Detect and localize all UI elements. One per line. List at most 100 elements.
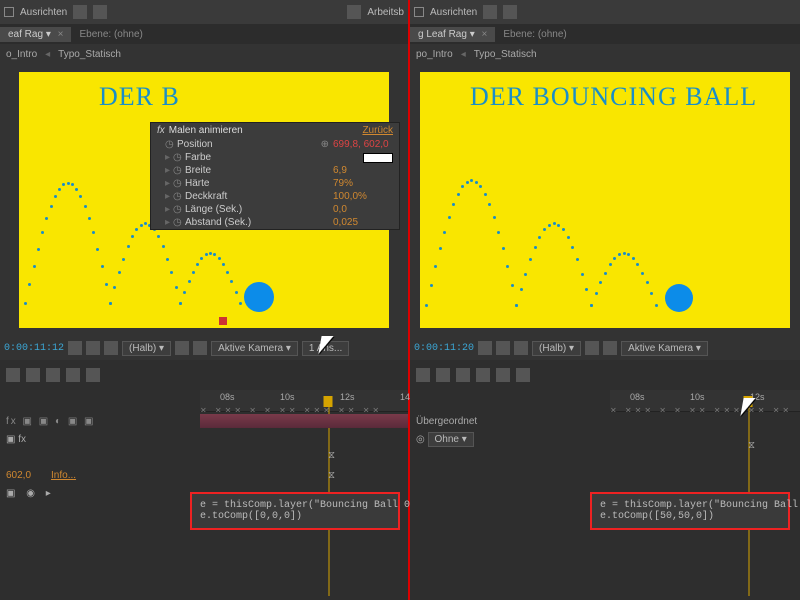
time-tick: 10s (690, 392, 705, 402)
breadcrumb-item[interactable]: Typo_Statisch (474, 49, 537, 60)
position-value[interactable]: 602,0 (6, 470, 31, 481)
keyframe-markers: ✕ ✕✕✕ ✕ ✕ ✕✕ ✕✕✕ ✕✕ ✕✕ (200, 406, 408, 412)
motion-blur-icon[interactable] (476, 368, 490, 382)
effect-properties-panel: fx Malen animieren Zurück ◷Position⊕699,… (150, 122, 400, 230)
breadcrumb: o_Intro ◂ Typo_Statisch (0, 44, 408, 64)
pickwhip-icon[interactable]: ◎ (416, 434, 425, 445)
crosshair-icon[interactable]: ⊕ (321, 139, 329, 150)
tool-icon[interactable] (416, 368, 430, 382)
parent-dropdown[interactable]: Ohne ▾ (428, 432, 474, 447)
expression-icons[interactable]: ▣ ◉ ▸ (6, 488, 55, 499)
tool-icon[interactable] (86, 368, 100, 382)
keyframe-icon[interactable]: ⧖ (328, 450, 335, 461)
tool-icon[interactable] (26, 368, 40, 382)
fx-icon: fx (157, 125, 165, 136)
time-tick: 12s (340, 392, 355, 402)
layer-bar[interactable] (200, 414, 408, 428)
layer-none-label: Ebene: (ohne) (73, 27, 148, 42)
comp-title-text: DER B (99, 82, 180, 112)
align-checkbox[interactable] (414, 7, 424, 17)
top-toolbar: Ausrichten (410, 0, 800, 24)
roi-icon[interactable] (585, 341, 599, 355)
target-icon[interactable] (503, 5, 517, 19)
channels-icon[interactable] (496, 341, 510, 355)
prop-deckkraft: ▸◷Deckkraft100,0% (151, 190, 399, 203)
expression-field[interactable]: e = thisComp.layer("Bouncing Ball 02"); … (190, 492, 400, 530)
graph-editor-icon[interactable] (496, 368, 510, 382)
breadcrumb-item[interactable]: po_Intro (416, 49, 453, 60)
keyframe-icon[interactable]: ⧖ (748, 440, 755, 451)
chevron-left-icon: ◂ (461, 49, 466, 60)
keyframe-markers: ✕ ✕✕✕ ✕ ✕ ✕✕ ✕✕✕ ✕✕ ✕✕ (610, 406, 800, 412)
cursor-icon (742, 398, 754, 416)
camera-dropdown[interactable]: Aktive Kamera ▾ (621, 341, 708, 356)
transparency-grid-icon[interactable] (193, 341, 207, 355)
snap-icon[interactable] (483, 5, 497, 19)
snapshot-icon[interactable] (478, 341, 492, 355)
expression-field[interactable]: e = thisComp.layer("Bouncing Ball 02"); … (590, 492, 790, 530)
viewer-controls: 0:00:11:20 (Halb) ▾ Aktive Kamera ▾ (410, 336, 800, 360)
stopwatch-icon[interactable]: ◷ (173, 152, 185, 163)
prop-laenge: ▸◷Länge (Sek.)0,0 (151, 203, 399, 216)
workspace-icon[interactable] (347, 5, 361, 19)
composition-viewer[interactable]: DER BOUNCING BALL (410, 64, 800, 336)
roi-icon[interactable] (175, 341, 189, 355)
time-tick: 14 (400, 392, 410, 402)
close-icon[interactable]: × (482, 29, 488, 40)
bouncing-ball (244, 282, 274, 312)
breadcrumb: po_Intro ◂ Typo_Statisch (410, 44, 800, 64)
camera-dropdown[interactable]: Aktive Kamera ▾ (211, 341, 298, 356)
back-link[interactable]: Zurück (362, 125, 393, 136)
prop-farbe: ▸◷Farbe (151, 151, 399, 164)
info-link[interactable]: Info... (51, 470, 76, 481)
prop-haerte: ▸◷Härte79% (151, 177, 399, 190)
color-swatch[interactable] (363, 153, 393, 163)
comp-tabs: eaf Rag ▾ × Ebene: (ohne) (0, 24, 408, 44)
tool-icon[interactable] (516, 368, 530, 382)
tool-icon[interactable] (456, 368, 470, 382)
dropdown-icon[interactable]: ▾ (470, 29, 475, 40)
chevron-left-icon: ◂ (45, 49, 50, 60)
keyframe-icon[interactable]: ⧖ (328, 470, 335, 481)
breadcrumb-item[interactable]: Typo_Statisch (58, 49, 121, 60)
transparency-grid-icon[interactable] (603, 341, 617, 355)
timecode-display[interactable]: 0:00:11:12 (4, 343, 64, 354)
comp-title-text: DER BOUNCING BALL (470, 82, 757, 112)
align-label: Ausrichten (20, 7, 67, 18)
viewer-controls: 0:00:11:12 (Halb) ▾ Aktive Kamera ▾ 1 An… (0, 336, 408, 360)
tool-icon[interactable] (436, 368, 450, 382)
target-icon[interactable] (93, 5, 107, 19)
composition-viewer[interactable]: DER B fx Malen animieren Zurück ◷Positio… (0, 64, 408, 336)
snap-icon[interactable] (73, 5, 87, 19)
tool-icon[interactable] (6, 368, 20, 382)
graph-editor-icon[interactable] (66, 368, 80, 382)
resolution-dropdown[interactable]: (Halb) ▾ (532, 341, 581, 356)
channels-icon[interactable] (86, 341, 100, 355)
prop-breite: ▸◷Breite6,9 (151, 164, 399, 177)
tab-leaf-rag[interactable]: g Leaf Rag ▾ × (410, 27, 495, 42)
top-toolbar: Ausrichten Arbeitsb (0, 0, 408, 24)
composition-canvas: DER BOUNCING BALL (420, 72, 790, 328)
tool-icon[interactable] (46, 368, 60, 382)
timecode-display[interactable]: 0:00:11:20 (414, 343, 474, 354)
stopwatch-icon[interactable]: ◷ (165, 139, 177, 150)
dropdown-icon[interactable]: ▾ (46, 29, 51, 40)
expand-icon[interactable]: ▸ (165, 152, 173, 163)
layer-switches[interactable]: fx ▣ ▣ ◐ ▣ ▣ (6, 416, 96, 427)
prop-position: ◷Position⊕699,8, 602,0 (151, 138, 399, 151)
snapshot-icon[interactable] (68, 341, 82, 355)
tab-leaf-rag[interactable]: eaf Rag ▾ × (0, 27, 71, 42)
align-checkbox[interactable] (4, 7, 14, 17)
color-mgmt-icon[interactable] (514, 341, 528, 355)
color-mgmt-icon[interactable] (104, 341, 118, 355)
layer-column: fx ▣ ▣ ◐ ▣ ▣ ▣ fx 602,0 Info... ▣ ◉ ▸ (0, 412, 200, 502)
breadcrumb-item[interactable]: o_Intro (6, 49, 37, 60)
resolution-dropdown[interactable]: (Halb) ▾ (122, 341, 171, 356)
timeline-panel: 08s 10s 12s 14 fx ▣ ▣ ◐ ▣ ▣ ▣ fx 602,0In… (0, 360, 408, 600)
anchor-marker (219, 317, 227, 325)
expression-switches[interactable]: ▣ fx (6, 434, 26, 445)
workspace-label: Arbeitsb (367, 7, 404, 18)
close-icon[interactable]: × (58, 29, 64, 40)
layer-column: Übergeordnet ◎ Ohne ▾ (410, 412, 610, 448)
prop-abstand: ▸◷Abstand (Sek.)0,025 (151, 216, 399, 229)
